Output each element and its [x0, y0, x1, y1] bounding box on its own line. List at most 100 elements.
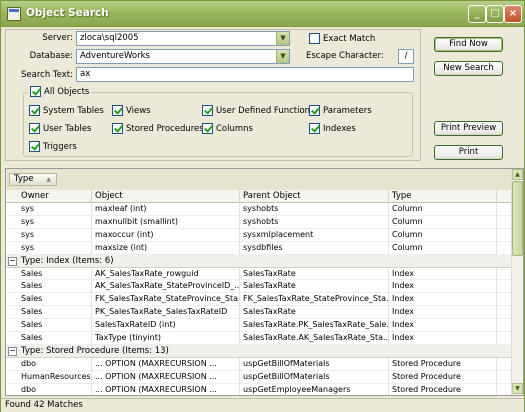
exact-match-checkbox[interactable]: Exact Match [309, 33, 375, 44]
checkbox-box[interactable] [309, 105, 320, 116]
exact-match-box[interactable] [309, 33, 320, 44]
server-value: zloca\sql2005 [80, 33, 139, 43]
cell-owner: sys [18, 241, 92, 255]
table-row[interactable]: Sales AK_SalesTaxRate_rowguid SalesTaxRa… [6, 267, 512, 281]
window-title: Object Search [26, 7, 109, 19]
minus-icon[interactable]: − [8, 346, 17, 356]
search-text-input[interactable]: ax [76, 67, 414, 82]
group-by-type-tag[interactable]: Type ▲ [9, 173, 57, 186]
table-row[interactable]: sys maxnullbit (smallint) syshobts Colum… [6, 215, 512, 229]
checkbox-box[interactable] [29, 141, 40, 152]
checkbox-box[interactable] [112, 105, 123, 116]
chevron-down-icon[interactable]: ▼ [276, 32, 289, 45]
filter-label: Views [126, 105, 151, 116]
arrow-up-icon[interactable]: ▲ [512, 169, 523, 180]
filter-system-tables[interactable]: System Tables [29, 105, 104, 116]
cell-type: Column [389, 215, 497, 229]
maximize-button[interactable]: □ [486, 5, 504, 23]
scrollbar-thumb[interactable] [512, 181, 523, 256]
checkbox-box[interactable] [202, 123, 213, 134]
checkbox-box[interactable] [112, 123, 123, 134]
app-icon [7, 7, 21, 21]
filter-user-defined-functions[interactable]: User Defined Functions [202, 105, 315, 116]
server-label: Server: [42, 33, 73, 43]
filter-views[interactable]: Views [112, 105, 151, 116]
filter-label: Triggers [43, 141, 77, 152]
title-bar: Object Search _ □ × [1, 1, 524, 27]
table-row[interactable]: sys maxsize (int) sysdbfiles Column [6, 241, 512, 255]
filter-label: Stored Procedures [126, 123, 204, 134]
cell-type: Index [389, 293, 497, 307]
filter-stored-procedures[interactable]: Stored Procedures [112, 123, 204, 134]
cell-type: Index [389, 332, 497, 345]
column-header-object[interactable]: Object [92, 190, 240, 203]
cell-object: ... OPTION (MAXRECURSION ... [92, 357, 240, 371]
table-row[interactable]: HumanResources ... OPTION (MAXRECURSION … [6, 370, 512, 384]
filter-label: Parameters [323, 105, 372, 116]
column-header-type[interactable]: Type [389, 190, 497, 203]
cell-parent-object: sysxmlplacement [240, 228, 389, 242]
cell-type: Column [389, 241, 497, 255]
group-row-index[interactable]: − Type: Index (Items: 6) [6, 254, 512, 268]
column-header-owner[interactable]: Owner [18, 190, 92, 203]
table-row[interactable]: Sales TaxType (tinyint) SalesTaxRate.AK_… [6, 332, 512, 345]
new-search-button[interactable]: New Search [434, 61, 503, 76]
cell-object: ... OPTION (MAXRECURSION ... [92, 370, 240, 384]
cell-object: maxleaf (int) [92, 203, 240, 216]
filter-triggers[interactable]: Triggers [29, 141, 77, 152]
filter-user-tables[interactable]: User Tables [29, 123, 92, 134]
cell-type: Stored Procedure [389, 370, 497, 384]
table-row[interactable]: dbo ... OPTION (MAXRECURSION ... uspGetE… [6, 383, 512, 395]
cell-owner: Sales [18, 319, 92, 333]
minimize-button[interactable]: _ [468, 5, 486, 23]
database-combo[interactable]: AdventureWorks ▼ [76, 49, 290, 64]
cell-object: SalesTaxRateID (int) [92, 319, 240, 333]
print-preview-button[interactable]: Print Preview [434, 121, 503, 136]
cell-owner: sys [18, 203, 92, 216]
cell-object: maxoccur (int) [92, 228, 240, 242]
group-row-stored-procedure[interactable]: − Type: Stored Procedure (Items: 13) [6, 344, 512, 358]
cell-owner: Sales [18, 332, 92, 345]
sort-ascending-icon: ▲ [46, 176, 51, 183]
checkbox-box[interactable] [29, 105, 40, 116]
checkbox-box[interactable] [202, 105, 213, 116]
all-objects-checkbox[interactable]: All Objects [28, 86, 92, 97]
checkbox-box[interactable] [309, 123, 320, 134]
column-header-parent-object[interactable]: Parent Object [240, 190, 389, 203]
cell-parent-object: uspGetBillOfMaterials [240, 357, 389, 371]
filter-label: User Defined Functions [216, 105, 315, 116]
filter-columns[interactable]: Columns [202, 123, 253, 134]
minus-icon[interactable]: − [8, 256, 17, 266]
cell-parent-object: SalesTaxRate.AK_SalesTaxRate_Sta... [240, 332, 389, 345]
filter-parameters[interactable]: Parameters [309, 105, 372, 116]
cell-parent-object: FK_SalesTaxRate_StateProvince_Sta... [240, 293, 389, 307]
table-row[interactable]: Sales FK_SalesTaxRate_StateProvince_Sta.… [6, 293, 512, 307]
cell-object: FK_SalesTaxRate_StateProvince_Sta... [92, 293, 240, 307]
exact-match-label: Exact Match [323, 33, 376, 44]
find-now-button[interactable]: Find Now [434, 37, 503, 52]
checkbox-box[interactable] [29, 123, 40, 134]
table-row[interactable]: Sales AK_SalesTaxRate_StateProvinceID_..… [6, 280, 512, 294]
table-row[interactable]: sys maxleaf (int) syshobts Column [6, 203, 512, 216]
cell-type: Index [389, 306, 497, 320]
vertical-scrollbar[interactable]: ▲ ▼ [511, 169, 523, 395]
table-row[interactable]: Sales PK_SalesTaxRate_SalesTaxRateID Sal… [6, 306, 512, 320]
all-objects-box[interactable] [30, 86, 41, 97]
cell-parent-object: SalesTaxRate [240, 306, 389, 320]
chevron-down-icon[interactable]: ▼ [276, 50, 289, 63]
object-search-window: Object Search _ □ × Server: zloca\sql200… [0, 0, 525, 412]
filter-indexes[interactable]: Indexes [309, 123, 356, 134]
results-grid: Type ▲ Owner Object Parent Object Type s… [5, 168, 524, 396]
search-panel: Server: zloca\sql2005 ▼ Database: Advent… [5, 29, 421, 161]
cell-owner: Sales [18, 267, 92, 281]
table-row[interactable]: sys maxoccur (int) sysxmlplacement Colum… [6, 228, 512, 242]
print-button[interactable]: Print [434, 145, 503, 160]
escape-character-label: Escape Character: [306, 51, 384, 61]
cell-parent-object: sysdbfiles [240, 241, 389, 255]
arrow-down-icon[interactable]: ▼ [512, 383, 523, 394]
table-row[interactable]: dbo ... OPTION (MAXRECURSION ... uspGetB… [6, 357, 512, 371]
table-row[interactable]: Sales SalesTaxRateID (int) SalesTaxRate.… [6, 319, 512, 333]
escape-character-input[interactable]: / [398, 49, 414, 64]
close-button[interactable]: × [504, 5, 522, 23]
server-combo[interactable]: zloca\sql2005 ▼ [76, 31, 290, 46]
